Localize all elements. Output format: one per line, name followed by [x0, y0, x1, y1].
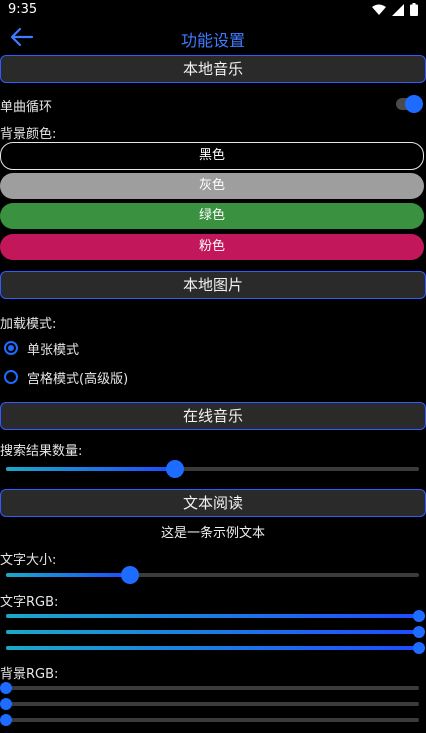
slider-fill [6, 630, 419, 634]
slider-thumb[interactable] [0, 714, 12, 726]
radio-grid-mode-label: 宫格模式(高级版) [27, 371, 129, 387]
section-header-online-music: 在线音乐 [0, 402, 426, 430]
color-green-button[interactable]: 绿色 [0, 203, 424, 229]
sample-text: 这是一条示例文本 [160, 526, 265, 541]
status-time: 9:35 [8, 2, 38, 17]
slider-fill [6, 573, 130, 577]
color-gray-button[interactable]: 灰色 [0, 173, 424, 199]
bg-color-label: 背景颜色: [0, 127, 57, 142]
radio-unchecked-icon[interactable] [4, 370, 18, 384]
radio-grid-mode[interactable]: 宫格模式(高级版) [4, 366, 128, 388]
slider-thumb[interactable] [413, 610, 425, 622]
bg-rgb-label: 背景RGB: [0, 667, 59, 682]
radio-single-mode[interactable]: 单张模式 [4, 337, 79, 359]
radio-checked-icon[interactable] [4, 341, 18, 355]
slider-fill [6, 467, 176, 471]
load-mode-label: 加载模式: [0, 317, 57, 332]
signal-icon [392, 3, 404, 16]
repeat-label: 单曲循环 [0, 100, 53, 115]
section-header-local-music: 本地音乐 [0, 55, 426, 83]
page-title: 功能设置 [180, 31, 245, 50]
text-rgb-label: 文字RGB: [0, 595, 59, 610]
app-bar: 功能设置 [0, 22, 426, 52]
bg-red-slider[interactable] [0, 682, 419, 694]
slider-thumb[interactable] [0, 682, 12, 694]
search-count-label: 搜索结果数量: [0, 444, 83, 459]
radio-single-mode-label: 单张模式 [27, 342, 80, 358]
text-red-slider[interactable] [6, 610, 425, 622]
status-bar: 9:35 [0, 0, 426, 20]
slider-thumb[interactable] [120, 566, 139, 584]
slider-fill [6, 646, 419, 650]
slider-thumb[interactable] [413, 626, 425, 638]
status-icons [372, 3, 418, 16]
slider-fill [6, 614, 419, 618]
bg-blue-slider[interactable] [0, 714, 419, 726]
slider-thumb[interactable] [413, 642, 425, 654]
slider-thumb[interactable] [0, 698, 12, 710]
text-blue-slider[interactable] [6, 642, 425, 654]
section-header-local-images: 本地图片 [0, 271, 426, 299]
font-size-slider[interactable] [6, 566, 419, 584]
wifi-icon [372, 4, 386, 15]
bg-green-slider[interactable] [0, 698, 419, 710]
section-header-text-reading: 文本阅读 [0, 489, 426, 517]
color-black-button[interactable]: 黑色 [0, 142, 424, 170]
slider-thumb[interactable] [166, 460, 185, 478]
text-green-slider[interactable] [6, 626, 425, 638]
battery-icon [410, 3, 418, 16]
font-size-label: 文字大小: [0, 553, 57, 568]
repeat-toggle-thumb[interactable] [405, 95, 423, 113]
color-pink-button[interactable]: 粉色 [0, 234, 424, 260]
search-count-slider[interactable] [6, 460, 419, 478]
